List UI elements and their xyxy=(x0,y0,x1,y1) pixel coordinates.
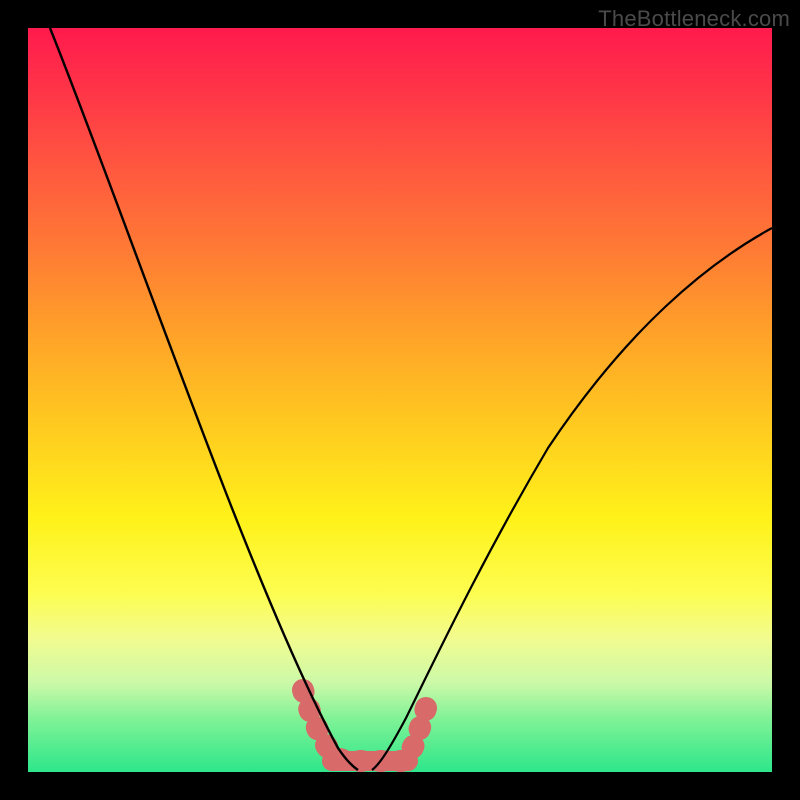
right-curve-path xyxy=(372,228,772,770)
left-curve-path xyxy=(50,28,358,770)
watermark-text: TheBottleneck.com xyxy=(598,6,790,32)
curve-overlay xyxy=(28,28,772,772)
plot-area xyxy=(28,28,772,772)
valley-highlight-path xyxy=(303,690,426,761)
chart-frame: TheBottleneck.com xyxy=(0,0,800,800)
